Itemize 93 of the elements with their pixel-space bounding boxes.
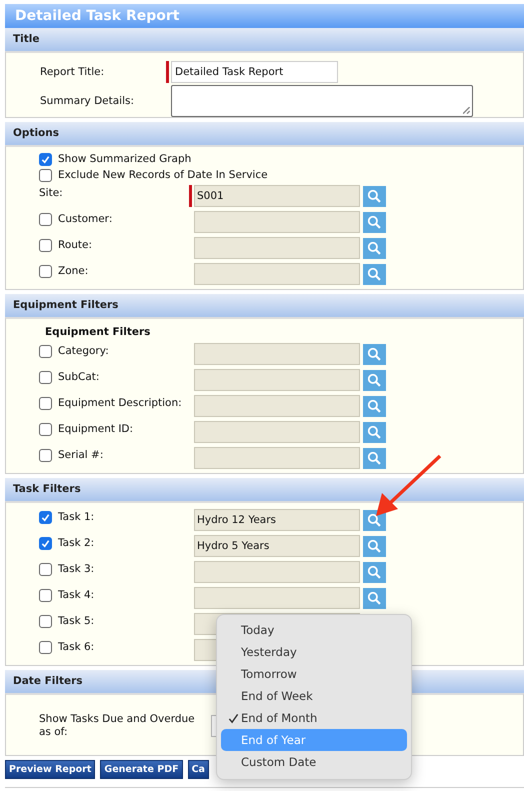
lookup-field[interactable] (194, 587, 360, 609)
checkmark-icon (228, 712, 239, 724)
search-icon (368, 242, 381, 254)
field-label: Report Title: (39, 66, 106, 78)
checkbox[interactable] (39, 510, 52, 524)
search-icon (368, 540, 381, 552)
menu-item[interactable]: Yesterday (221, 641, 407, 663)
field-label: Customer: (58, 213, 112, 225)
lookup-field[interactable] (194, 395, 360, 417)
arrow-annotation (374, 453, 444, 519)
lookup-field[interactable]: Hydro 12 Years (194, 509, 360, 531)
field-label: Zone: (58, 265, 88, 277)
field-label: Task 1: (58, 511, 94, 523)
search-button[interactable] (363, 370, 386, 390)
lookup-field[interactable] (194, 369, 360, 391)
search-icon (368, 452, 381, 464)
lookup-field[interactable] (194, 263, 360, 285)
field-label: Summary Details: (39, 94, 136, 106)
checkbox-label: Exclude New Records of Date In Service (58, 169, 268, 181)
checkbox[interactable] (39, 396, 52, 410)
field-label: Task 4: (58, 589, 94, 601)
search-icon (368, 400, 381, 412)
field-label: Task 5: (58, 615, 94, 627)
checkbox[interactable] (39, 640, 52, 654)
field-label: Site: (39, 187, 63, 199)
search-icon (368, 514, 381, 526)
lookup-field[interactable] (194, 561, 360, 583)
report-title-field[interactable]: Detailed Task Report (171, 60, 338, 82)
action-button[interactable]: Ca (188, 760, 209, 779)
menu-item[interactable]: End of Month (221, 707, 407, 729)
lookup-field[interactable] (194, 447, 360, 469)
lookup-field[interactable] (194, 421, 360, 443)
section-header: Options (5, 122, 524, 145)
lookup-field[interactable]: Hydro 5 Years (194, 535, 360, 557)
search-icon (368, 566, 381, 578)
search-icon (368, 374, 381, 386)
search-button[interactable] (363, 510, 386, 530)
lookup-field[interactable] (194, 237, 360, 259)
search-button[interactable] (363, 536, 386, 556)
search-icon (368, 216, 381, 228)
search-button[interactable] (363, 264, 386, 284)
checkbox[interactable] (39, 168, 52, 182)
checkbox[interactable] (39, 614, 52, 628)
field-label: Route: (58, 239, 92, 251)
checkbox[interactable] (39, 238, 52, 252)
field-label: Category: (58, 345, 109, 357)
menu-item[interactable]: Custom Date (221, 751, 407, 773)
menu-item[interactable]: Today (221, 619, 407, 641)
checkbox-label: Show Summarized Graph (58, 153, 192, 165)
search-button[interactable] (363, 448, 386, 468)
search-button[interactable] (363, 396, 386, 416)
field-label: Task 6: (58, 641, 94, 653)
search-button[interactable] (363, 422, 386, 442)
checkbox[interactable] (39, 536, 52, 550)
checkbox[interactable] (39, 422, 52, 436)
search-icon (368, 348, 381, 360)
search-icon (368, 592, 381, 604)
action-button[interactable]: Generate PDF (100, 760, 183, 779)
checkbox[interactable] (39, 344, 52, 358)
page-title: Detailed Task Report (5, 4, 524, 28)
section-header: Title (5, 28, 524, 51)
checkbox[interactable] (39, 562, 52, 576)
search-button[interactable] (363, 238, 386, 258)
search-button[interactable] (363, 212, 386, 232)
summary-field[interactable] (171, 84, 473, 116)
field-label: Show Tasks Due and Overdue as of: (39, 713, 196, 739)
field-label: SubCat: (58, 371, 100, 383)
checkbox[interactable] (39, 152, 52, 166)
lookup-field[interactable] (194, 343, 360, 365)
checkbox[interactable] (39, 588, 52, 602)
lookup-field[interactable] (194, 211, 360, 233)
field-label: Serial #: (58, 449, 104, 461)
subheading: Equipment Filters (44, 325, 152, 340)
checkbox[interactable] (39, 264, 52, 278)
lookup-field[interactable]: S001 (194, 185, 360, 207)
action-button[interactable]: Preview Report (5, 760, 96, 779)
section-header: Task Filters (5, 478, 524, 501)
search-button[interactable] (363, 562, 386, 582)
checkbox[interactable] (39, 370, 52, 384)
resize-grip-icon (463, 106, 471, 114)
checkbox[interactable] (39, 448, 52, 462)
search-button[interactable] (363, 344, 386, 364)
field-label: Equipment ID: (58, 423, 134, 435)
search-button[interactable] (363, 186, 386, 206)
field-label: Task 2: (58, 537, 94, 549)
search-button[interactable] (363, 588, 386, 608)
field-label: Task 3: (58, 563, 94, 575)
search-icon (368, 268, 381, 280)
search-icon (368, 190, 381, 202)
field-label: Equipment Description: (58, 397, 182, 409)
checkbox[interactable] (39, 212, 52, 226)
search-icon (368, 426, 381, 438)
section-header: Equipment Filters (5, 294, 524, 317)
